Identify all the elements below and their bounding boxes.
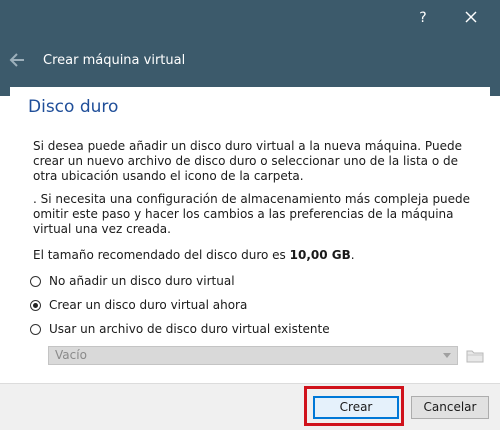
close-button[interactable] [456,6,486,30]
highlight-annotation [304,386,404,426]
back-arrow-icon [9,53,24,67]
help-button[interactable]: ? [408,6,438,30]
option-create-disk[interactable]: Crear un disco duro virtual ahora [30,297,247,313]
description-paragraph: Si desea puede añadir un disco duro virt… [33,139,462,183]
page-title: Disco duro [28,97,119,117]
radio-create-disk[interactable] [30,299,41,311]
radio-no-disk[interactable] [30,275,41,287]
wizard-header: ? Crear máquina virtual [0,0,500,96]
close-icon [465,11,477,23]
option-existing-disk[interactable]: Usar un archivo de disco duro virtual ex… [30,321,330,337]
folder-icon [466,350,484,363]
radio-existing-disk[interactable] [30,323,41,335]
option-existing-disk-label: Usar un archivo de disco duro virtual ex… [49,322,330,336]
option-create-disk-label: Crear un disco duro virtual ahora [49,298,248,312]
back-button[interactable] [8,52,28,72]
cancel-button[interactable]: Cancelar [411,396,489,419]
existing-disk-select[interactable]: Vacío [48,346,458,365]
option-no-disk[interactable]: No añadir un disco duro virtual [30,273,235,289]
recommended-size-suffix: . [350,248,355,262]
option-no-disk-label: No añadir un disco duro virtual [49,274,235,288]
advanced-note-paragraph: . Si necesita una configuración de almac… [33,192,471,236]
choose-disk-file-button[interactable] [465,346,485,365]
wizard-title: Crear máquina virtual [43,53,186,68]
existing-disk-select-value: Vacío [55,348,87,362]
recommended-size-prefix: El tamaño recomendado del disco duro es [33,248,290,262]
chevron-down-icon [443,353,451,358]
recommended-size-value: 10,00 GB [289,248,351,262]
recommended-size-text: El tamaño recomendado del disco duro es … [33,248,473,263]
